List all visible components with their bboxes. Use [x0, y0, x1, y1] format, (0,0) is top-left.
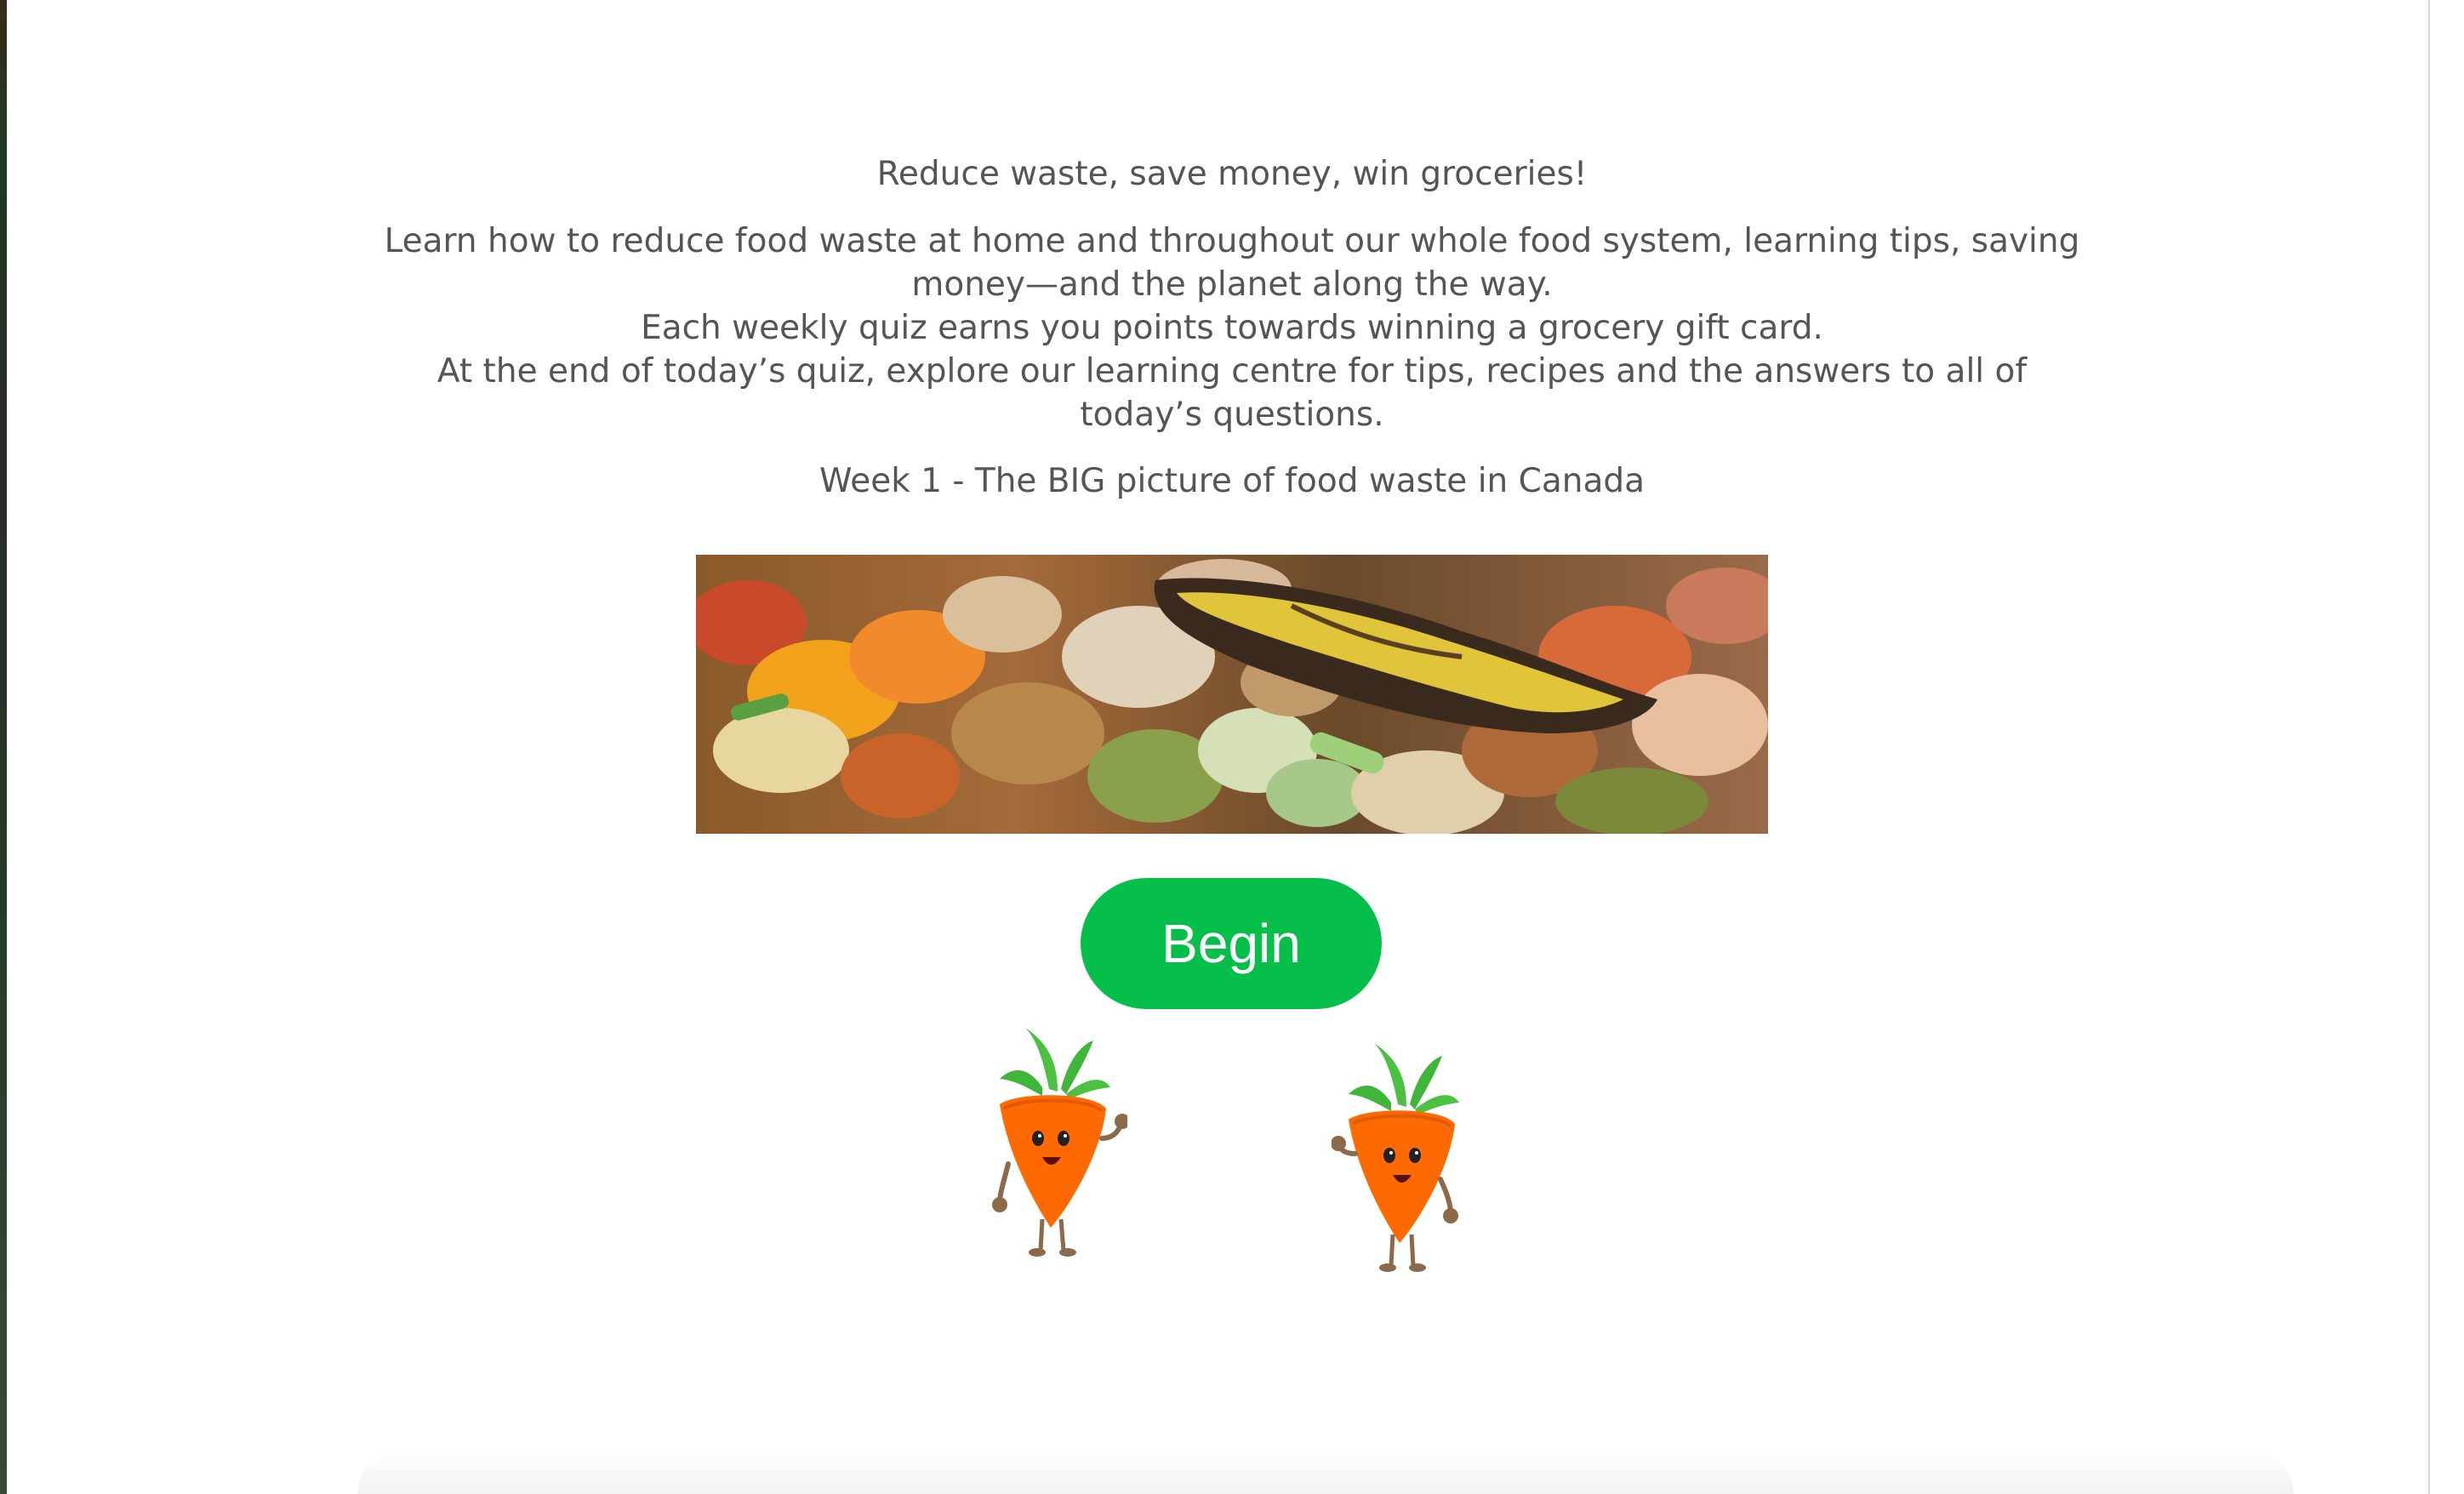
quiz-intro: Reduce waste, save money, win groceries!…	[374, 145, 2090, 511]
page-scrollbar[interactable]	[2428, 0, 2464, 1494]
window-left-edge	[0, 0, 7, 1494]
tagline: Reduce waste, save money, win groceries!	[876, 155, 1588, 193]
intro-line: Each weekly quiz earns you points toward…	[641, 309, 1823, 347]
intro-line: Learn how to reduce food waste at home a…	[384, 222, 2080, 304]
bottom-shadow	[357, 1451, 2294, 1494]
begin-button[interactable]: Begin	[1081, 878, 1382, 1009]
carrot-icon	[1331, 1043, 1459, 1272]
food-waste-photo	[696, 555, 1768, 834]
week-title: Week 1 - The BIG picture of food waste i…	[818, 462, 1646, 500]
carrot-mascot-left	[983, 1028, 1130, 1257]
intro-line: At the end of today’s quiz, explore our …	[436, 352, 2028, 434]
food-waste-hero-image	[696, 555, 1768, 834]
carrot-mascot-right	[1331, 1043, 1476, 1273]
carrot-icon	[992, 1028, 1130, 1257]
intro-text: Learn how to reduce food waste at home a…	[374, 220, 2090, 436]
